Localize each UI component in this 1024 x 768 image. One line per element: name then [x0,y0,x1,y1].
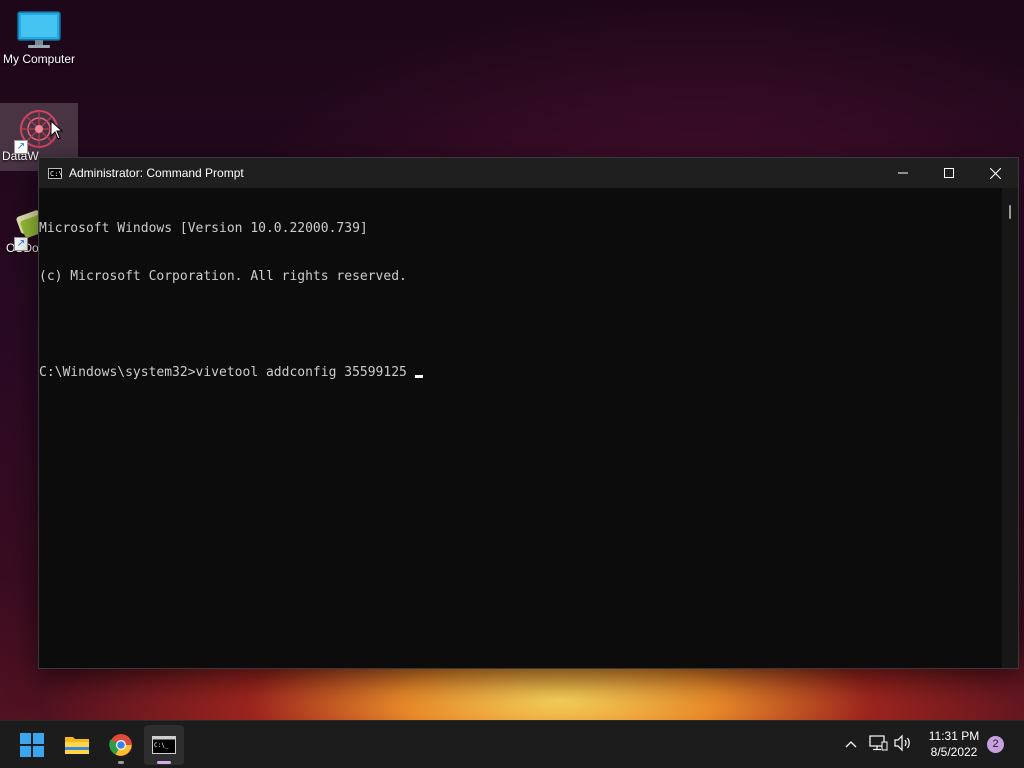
taskbar: C:\_ 11:31 PM 8/5/2022 2 [0,720,1024,768]
text-cursor [414,375,423,378]
notification-badge[interactable]: 2 [987,736,1004,753]
console-output[interactable]: Microsoft Windows [Version 10.0.22000.73… [39,188,1002,668]
desktop-icon-label: My Computer [2,52,76,66]
vertical-scrollbar[interactable] [1002,188,1018,668]
console-line: Microsoft Windows [Version 10.0.22000.73… [39,221,368,236]
cmd-window-icon: C:\ [48,167,63,179]
network-button[interactable] [868,733,890,755]
close-icon [989,167,1001,179]
window-titlebar[interactable]: C:\ Administrator: Command Prompt [39,158,1018,188]
maximize-icon [944,168,954,178]
console-prompt-line[interactable]: C:\Windows\system32>vivetool addconfig 3… [39,365,1002,381]
command-prompt-icon: C:\_ [152,736,176,754]
taskbar-clock[interactable]: 11:31 PM 8/5/2022 [920,728,988,760]
chrome-icon [109,734,132,756]
close-button[interactable] [972,158,1018,188]
taskbar-command-prompt[interactable]: C:\_ [144,725,184,765]
folder-icon [65,737,89,754]
active-indicator [157,761,171,764]
start-button[interactable] [12,725,52,765]
window-title: Administrator: Command Prompt [69,166,244,180]
chevron-up-icon [845,741,857,748]
shortcut-arrow-icon: ↗ [14,237,28,251]
scrollbar-thumb[interactable] [1009,205,1011,219]
command-prompt-window[interactable]: C:\ Administrator: Command Prompt Micros… [38,157,1019,669]
clock-date: 8/5/2022 [930,745,978,759]
mouse-cursor-icon [50,120,64,140]
console-line: (c) Microsoft Corporation. All rights re… [39,269,407,284]
minimize-icon [898,172,908,174]
desktop-icon-my-computer[interactable]: My Computer [0,8,78,66]
minimize-button[interactable] [880,158,926,188]
svg-text:C:\_: C:\_ [154,742,169,749]
taskbar-chrome[interactable] [101,725,141,765]
maximize-button[interactable] [926,158,972,188]
windows-logo-icon [20,733,44,757]
show-hidden-icons-button[interactable] [840,733,862,755]
running-indicator [118,761,124,764]
shortcut-arrow-icon: ↗ [14,140,28,154]
taskbar-file-explorer[interactable] [57,725,97,765]
monitor-icon [17,11,61,48]
network-icon [869,735,888,751]
speaker-icon [894,734,910,752]
console-command: C:\Windows\system32>vivetool addconfig 3… [39,365,407,380]
clock-time: 11:31 PM [928,729,980,743]
volume-button[interactable] [893,733,915,755]
